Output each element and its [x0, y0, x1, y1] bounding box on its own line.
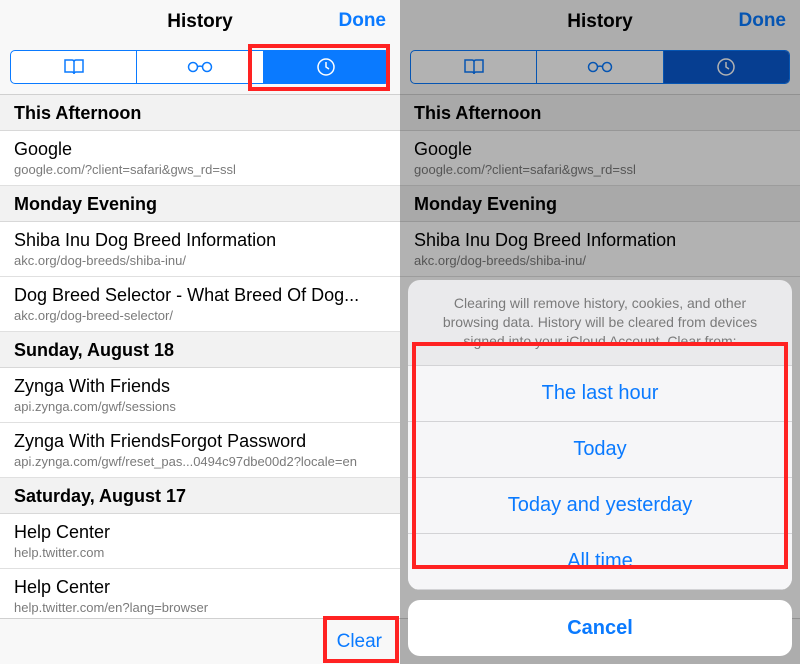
cancel-button[interactable]: Cancel — [408, 600, 792, 656]
phone-right: History Done This Afternoon Google googl… — [400, 0, 800, 664]
history-item-title: Google — [14, 139, 386, 160]
segmented-control-wrap — [0, 44, 400, 95]
history-item-title: Dog Breed Selector - What Breed Of Dog..… — [14, 285, 386, 306]
history-item[interactable]: Google google.com/?client=safari&gws_rd=… — [0, 131, 400, 186]
history-item-title: Shiba Inu Dog Breed Information — [14, 230, 386, 251]
history-item-url: akc.org/dog-breeds/shiba-inu/ — [14, 253, 386, 268]
section-header: Monday Evening — [0, 186, 400, 222]
history-item[interactable]: Shiba Inu Dog Breed Information akc.org/… — [0, 222, 400, 277]
tab-reading-list[interactable] — [137, 51, 263, 83]
book-icon — [63, 58, 85, 76]
clock-icon — [316, 57, 336, 77]
clear-button[interactable]: Clear — [337, 631, 382, 653]
glasses-icon — [186, 60, 214, 74]
history-list[interactable]: This Afternoon Google google.com/?client… — [0, 95, 400, 618]
clear-today-yesterday-option[interactable]: Today and yesterday — [408, 478, 792, 534]
action-sheet-group: Clearing will remove history, cookies, a… — [408, 280, 792, 590]
clear-all-time-option[interactable]: All time — [408, 534, 792, 590]
history-item[interactable]: Zynga With FriendsForgot Password api.zy… — [0, 423, 400, 478]
page-title: History — [167, 11, 232, 33]
history-item-url: google.com/?client=safari&gws_rd=ssl — [14, 162, 386, 177]
tab-history[interactable] — [264, 51, 389, 83]
history-item-url: akc.org/dog-breed-selector/ — [14, 308, 386, 323]
clear-last-hour-option[interactable]: The last hour — [408, 366, 792, 422]
phone-left: History Done This Afternoon Google googl… — [0, 0, 400, 664]
history-item-url: help.twitter.com/en?lang=browser — [14, 600, 386, 615]
clear-today-option[interactable]: Today — [408, 422, 792, 478]
history-item-url: api.zynga.com/gwf/sessions — [14, 399, 386, 414]
section-header: This Afternoon — [0, 95, 400, 131]
history-item-title: Help Center — [14, 522, 386, 543]
history-item-title: Zynga With Friends — [14, 376, 386, 397]
history-item-title: Help Center — [14, 577, 386, 598]
history-item-url: help.twitter.com — [14, 545, 386, 560]
history-item[interactable]: Dog Breed Selector - What Breed Of Dog..… — [0, 277, 400, 332]
toolbar-bottom: Clear — [0, 618, 400, 664]
section-header: Saturday, August 17 — [0, 478, 400, 514]
tab-bookmarks[interactable] — [11, 51, 137, 83]
history-item[interactable]: Zynga With Friends api.zynga.com/gwf/ses… — [0, 368, 400, 423]
history-item[interactable]: Help Center help.twitter.com — [0, 514, 400, 569]
done-button[interactable]: Done — [339, 10, 387, 32]
history-item[interactable]: Help Center help.twitter.com/en?lang=bro… — [0, 569, 400, 618]
history-item-url: api.zynga.com/gwf/reset_pas...0494c97dbe… — [14, 454, 386, 469]
segmented-control — [10, 50, 390, 84]
history-item-title: Zynga With FriendsForgot Password — [14, 431, 386, 452]
action-sheet-message: Clearing will remove history, cookies, a… — [408, 280, 792, 366]
nav-header: History Done — [0, 0, 400, 44]
action-sheet: Clearing will remove history, cookies, a… — [408, 280, 792, 656]
screenshot-pair: History Done This Afternoon Google googl… — [0, 0, 800, 664]
section-header: Sunday, August 18 — [0, 332, 400, 368]
